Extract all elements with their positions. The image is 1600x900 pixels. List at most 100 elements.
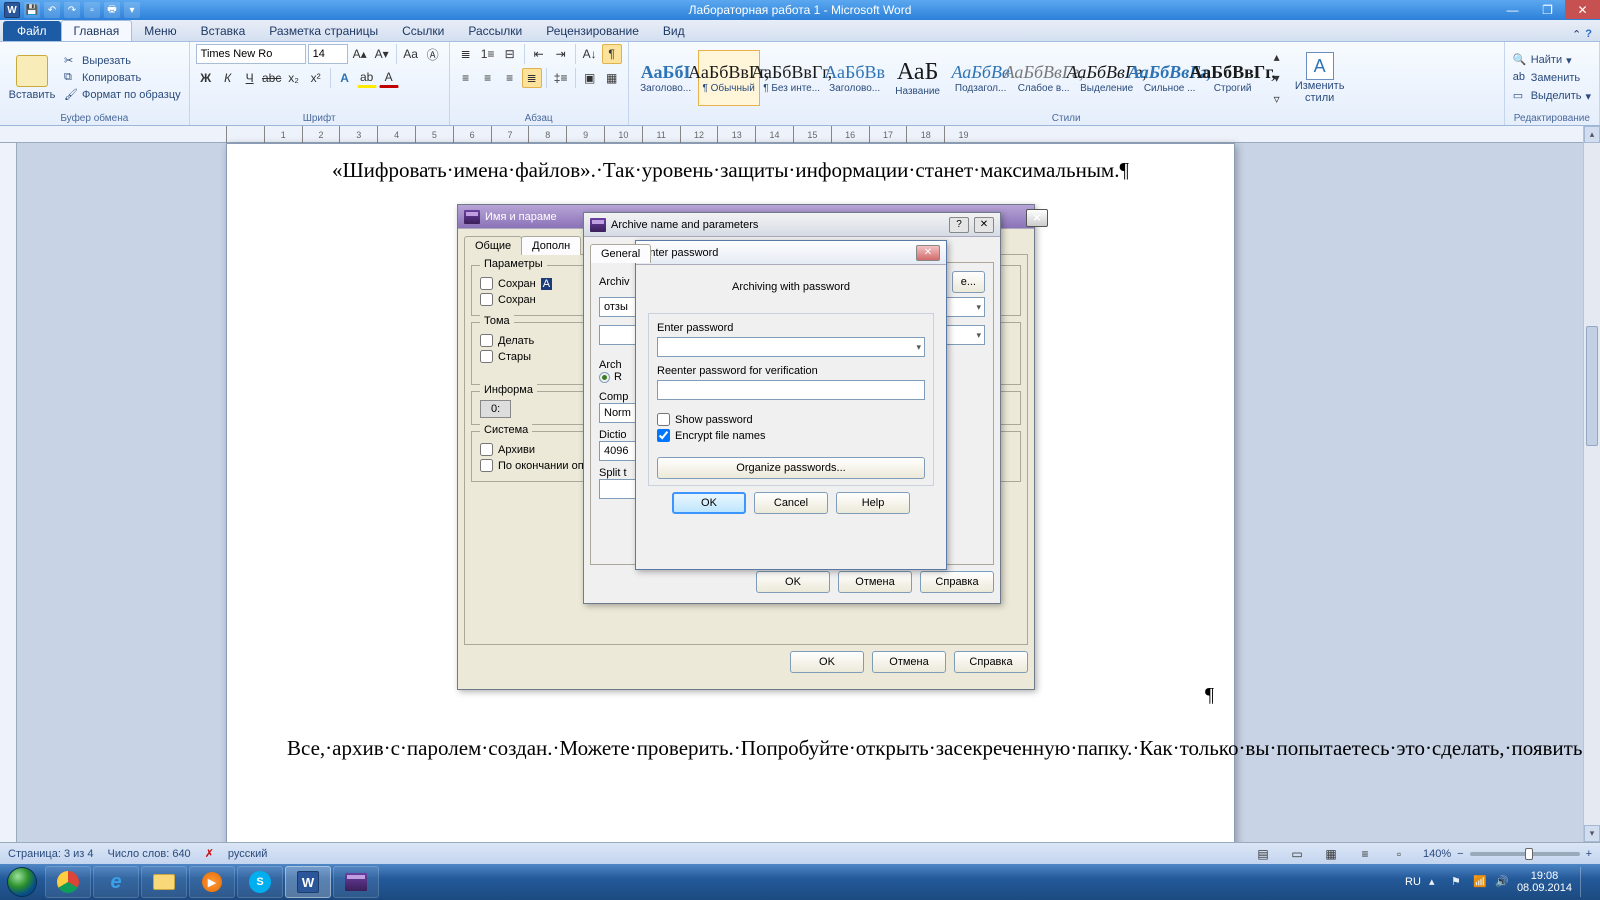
tray-flag-icon[interactable]: ⚑ xyxy=(1451,875,1465,889)
increase-indent-icon[interactable]: ⇥ xyxy=(551,44,571,64)
style-subtitle[interactable]: АаБбВвПодзагол... xyxy=(950,50,1012,106)
tray-network-icon[interactable]: 📶 xyxy=(1473,875,1487,889)
align-right-icon[interactable]: ≡ xyxy=(500,68,520,88)
tab-mailings[interactable]: Рассылки xyxy=(456,21,534,41)
align-center-icon[interactable]: ≡ xyxy=(478,68,498,88)
close-button[interactable]: ✕ xyxy=(1565,0,1600,19)
tray-language[interactable]: RU xyxy=(1405,876,1421,888)
change-styles-button[interactable]: A Изменить стили xyxy=(1288,45,1352,111)
back-help-button[interactable]: Справка xyxy=(954,651,1028,673)
password-cancel-button[interactable]: Cancel xyxy=(754,492,828,514)
bold-button[interactable]: Ж xyxy=(196,68,216,88)
zoom-slider[interactable] xyxy=(1470,852,1580,856)
view-draft-icon[interactable]: ▫ xyxy=(1389,844,1409,864)
superscript-button[interactable]: x² xyxy=(306,68,326,88)
scroll-thumb[interactable] xyxy=(1586,326,1598,446)
mid-help-button[interactable]: Справка xyxy=(920,571,994,593)
font-size-select[interactable]: 14 xyxy=(308,44,348,64)
styles-row-down-icon[interactable]: ▾ xyxy=(1267,68,1287,88)
style-title[interactable]: АаБНазвание xyxy=(887,50,949,106)
mid-cancel-button[interactable]: Отмена xyxy=(838,571,912,593)
enter-password-input[interactable] xyxy=(657,337,925,357)
back-tab-general[interactable]: Общие xyxy=(464,236,522,255)
subscript-button[interactable]: x₂ xyxy=(284,68,304,88)
view-print-layout-icon[interactable]: ▤ xyxy=(1253,844,1273,864)
line-spacing-icon[interactable]: ‡≡ xyxy=(551,68,571,88)
organize-passwords-button[interactable]: Organize passwords... xyxy=(657,457,925,479)
align-left-icon[interactable]: ≡ xyxy=(456,68,476,88)
tab-page-layout[interactable]: Разметка страницы xyxy=(257,21,390,41)
format-painter-button[interactable]: 🖌Формат по образцу xyxy=(62,87,183,103)
tab-view[interactable]: Вид xyxy=(651,21,697,41)
status-words[interactable]: Число слов: 640 xyxy=(108,848,191,860)
vertical-scrollbar[interactable]: ▴ ▾ xyxy=(1583,126,1600,842)
view-outline-icon[interactable]: ≡ xyxy=(1355,844,1375,864)
mid-ok-button[interactable]: OK xyxy=(756,571,830,593)
decrease-indent-icon[interactable]: ⇤ xyxy=(529,44,549,64)
password-close-icon[interactable]: ✕ xyxy=(916,245,940,261)
select-button[interactable]: ▭Выделить ▾ xyxy=(1511,88,1593,104)
highlight-icon[interactable]: ab xyxy=(357,68,377,88)
scroll-down-icon[interactable]: ▾ xyxy=(1584,825,1600,842)
password-ok-button[interactable]: OK xyxy=(672,492,746,514)
sort-icon[interactable]: A↓ xyxy=(580,44,600,64)
show-desktop-button[interactable] xyxy=(1580,867,1590,897)
zoom-in-icon[interactable]: + xyxy=(1586,848,1592,860)
text-effects-icon[interactable]: A xyxy=(335,68,355,88)
back-ok-button[interactable]: OK xyxy=(790,651,864,673)
taskbar-chrome[interactable] xyxy=(45,866,91,898)
replace-button[interactable]: abЗаменить xyxy=(1511,70,1593,86)
mid-tab-general[interactable]: General xyxy=(590,244,651,263)
tray-clock[interactable]: 19:08 08.09.2014 xyxy=(1517,870,1572,894)
style-no-spacing[interactable]: АаБбВвГг,¶ Без инте... xyxy=(761,50,823,106)
copy-button[interactable]: ⧉Копировать xyxy=(62,70,183,86)
password-help-button[interactable]: Help xyxy=(836,492,910,514)
zoom-value[interactable]: 140% xyxy=(1423,848,1451,860)
taskbar-wmp[interactable]: ▶ xyxy=(189,866,235,898)
winrar-back-close-icon[interactable]: ✕ xyxy=(1026,209,1048,227)
change-case-icon[interactable]: Aa xyxy=(401,44,421,64)
back-tab-advanced[interactable]: Дополн xyxy=(521,236,581,255)
shrink-font-icon[interactable]: A▾ xyxy=(372,44,392,64)
multilevel-icon[interactable]: ⊟ xyxy=(500,44,520,64)
style-heading2[interactable]: АаБбВвЗаголово... xyxy=(824,50,886,106)
ribbon-minimize-icon[interactable]: ⌃ xyxy=(1572,28,1581,41)
tab-insert[interactable]: Вставка xyxy=(189,21,258,41)
view-web-icon[interactable]: ▦ xyxy=(1321,844,1341,864)
tab-references[interactable]: Ссылки xyxy=(390,21,456,41)
status-language[interactable]: русский xyxy=(228,848,267,860)
bullets-icon[interactable]: ≣ xyxy=(456,44,476,64)
font-color-icon[interactable]: A xyxy=(379,68,399,88)
show-password-check[interactable]: Show password xyxy=(657,413,925,426)
file-tab[interactable]: Файл xyxy=(3,21,61,41)
taskbar-winrar[interactable] xyxy=(333,866,379,898)
grow-font-icon[interactable]: A▴ xyxy=(350,44,370,64)
back-cancel-button[interactable]: Отмена xyxy=(872,651,946,673)
tab-home[interactable]: Главная xyxy=(61,20,133,41)
tray-volume-icon[interactable]: 🔊 xyxy=(1495,875,1509,889)
shading-icon[interactable]: ▣ xyxy=(580,68,600,88)
spellcheck-icon[interactable]: ✗ xyxy=(205,847,214,860)
cut-button[interactable]: ✂Вырезать xyxy=(62,53,183,69)
font-name-select[interactable]: Times New Ro xyxy=(196,44,306,64)
minimize-button[interactable]: — xyxy=(1495,0,1530,19)
help-icon[interactable]: ? xyxy=(1585,28,1592,41)
tab-review[interactable]: Рецензирование xyxy=(534,21,651,41)
zoom-out-icon[interactable]: − xyxy=(1457,848,1463,860)
italic-button[interactable]: К xyxy=(218,68,238,88)
taskbar-skype[interactable]: S xyxy=(237,866,283,898)
horizontal-ruler[interactable]: 12345678910111213141516171819 xyxy=(0,126,1583,143)
borders-icon[interactable]: ▦ xyxy=(602,68,622,88)
status-page[interactable]: Страница: 3 из 4 xyxy=(8,848,94,860)
scroll-up-icon[interactable]: ▴ xyxy=(1584,126,1600,143)
taskbar-word[interactable]: W xyxy=(285,866,331,898)
reenter-password-input[interactable] xyxy=(657,380,925,400)
clear-format-icon[interactable]: Ⓐ xyxy=(423,44,443,64)
taskbar-ie[interactable]: e xyxy=(93,866,139,898)
encrypt-names-check[interactable]: Encrypt file names xyxy=(657,429,925,442)
find-button[interactable]: 🔍Найти ▾ xyxy=(1511,52,1593,68)
start-button[interactable] xyxy=(0,864,44,900)
style-subtle-emphasis[interactable]: АаБбВвГг,Слабое в... xyxy=(1013,50,1075,106)
strike-button[interactable]: abc xyxy=(262,68,282,88)
styles-row-up-icon[interactable]: ▴ xyxy=(1267,47,1287,67)
